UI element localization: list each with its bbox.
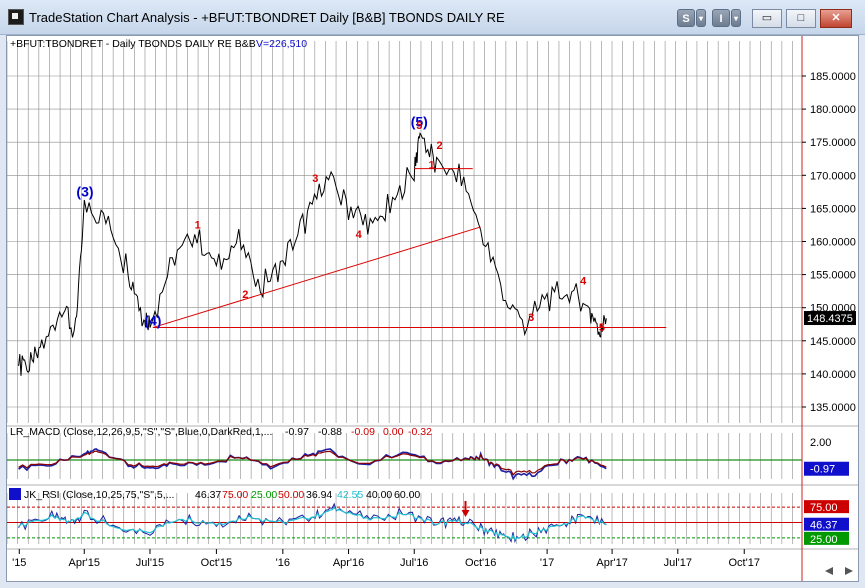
x-tick-label: Oct'17: [729, 557, 760, 569]
x-tick-label: '16: [276, 557, 290, 569]
macd-legend-value: 0.00: [383, 426, 404, 438]
wave-label: 3: [528, 312, 534, 324]
rsi-legend-value: 42.55: [337, 489, 363, 501]
s-button[interactable]: S: [677, 9, 695, 27]
rsi-legend-name: JK_RSI (Close,10,25,75,"S",5,...: [24, 489, 174, 501]
y-tick-label: 165.0000: [810, 203, 856, 215]
rsi-legend-value: 40.00: [366, 489, 392, 501]
macd-tick-label: 2.00: [810, 437, 831, 449]
y-tick-label: 155.0000: [810, 270, 856, 282]
wave-label: (3): [76, 183, 93, 199]
rsi-legend-swatch: [9, 488, 21, 500]
macd-signal-line: [18, 450, 607, 476]
price-series-line: [18, 132, 607, 376]
wave-label: 1: [429, 160, 435, 172]
y-tick-label: 160.0000: [810, 237, 856, 249]
chart-window: TradeStation Chart Analysis - +BFUT:TBON…: [0, 0, 865, 588]
rsi-upper-label: 75.00: [810, 502, 838, 514]
title-bar: TradeStation Chart Analysis - +BFUT:TBON…: [0, 0, 865, 35]
rsi-legend-value: 36.94: [306, 489, 332, 501]
scroll-left-icon: [825, 567, 833, 575]
y-tick-label: 180.0000: [810, 104, 856, 116]
rsi-last-label: 46.37: [810, 520, 838, 532]
x-tick-label: Oct'15: [201, 557, 232, 569]
rsi-legend-value: 50.00: [278, 489, 304, 501]
y-tick-label: 135.0000: [810, 402, 856, 414]
chart-area[interactable]: 185.0000 180.0000 175.0000 170.0000 165.0000…: [6, 35, 859, 582]
rsi-legend-value: 60.00: [394, 489, 420, 501]
rsi-marker-arrow-head: [461, 510, 470, 517]
s-dropdown-arrow[interactable]: ▾: [696, 9, 706, 27]
minimize-button[interactable]: ▭: [752, 9, 782, 28]
rsi-legend-value: 46.37: [195, 489, 221, 501]
x-tick-label: Apr'17: [596, 557, 627, 569]
macd-legend-value: -0.97: [285, 426, 309, 438]
tradestation-icon: [8, 9, 24, 25]
i-dropdown-arrow[interactable]: ▾: [731, 9, 741, 27]
wave-label: 4: [356, 229, 363, 241]
y-tick-label: 170.0000: [810, 170, 856, 182]
y-tick-label: 175.0000: [810, 137, 856, 149]
x-tick-label: '17: [540, 557, 554, 569]
y-tick-label: 185.0000: [810, 71, 856, 83]
wave-label: (4): [144, 313, 161, 329]
x-tick-label: Oct'16: [465, 557, 496, 569]
close-button[interactable]: ✕: [820, 9, 852, 28]
macd-legend-name: LR_MACD (Close,12,26,9,5,"S","S",Blue,0,…: [10, 426, 272, 438]
x-tick-label: '15: [12, 557, 26, 569]
y-tick-label: 145.0000: [810, 336, 856, 348]
macd-line: [18, 448, 607, 481]
wave-label: 3: [312, 173, 318, 185]
wave-label: 1: [195, 219, 201, 231]
wave-label: 5: [599, 322, 605, 334]
rsi-lower-label: 25.00: [810, 534, 838, 546]
chart-svg[interactable]: 185.0000 180.0000 175.0000 170.0000 165.0000…: [6, 36, 858, 581]
price-legend: +BFUT:TBONDRET - Daily TBONDS DAILY RE B…: [10, 38, 256, 50]
last-price-label: 148.4375: [807, 313, 853, 325]
macd-legend-value: -0.09: [351, 426, 375, 438]
rsi-smooth-line: [18, 506, 607, 541]
i-button[interactable]: I: [712, 9, 730, 27]
rsi-legend-value: 25.00: [251, 489, 277, 501]
macd-legend-value: -0.32: [408, 426, 432, 438]
x-tick-label: Apr'15: [69, 557, 100, 569]
x-tick-label: Jul'17: [664, 557, 692, 569]
window-title: TradeStation Chart Analysis - +BFUT:TBON…: [29, 10, 505, 25]
wave-label: 2: [242, 289, 248, 301]
wave-label: 4: [580, 276, 587, 288]
macd-last-label: -0.97: [810, 464, 835, 476]
macd-legend-value: -0.88: [318, 426, 342, 438]
volume-legend: V=226,510: [256, 38, 307, 50]
scroll-right-icon: [845, 567, 853, 575]
wave-label: 2: [436, 140, 442, 152]
y-tick-label: 140.0000: [810, 369, 856, 381]
x-tick-label: Jul'15: [136, 557, 164, 569]
wave-label: 5: [416, 120, 422, 132]
x-tick-label: Apr'16: [333, 557, 364, 569]
maximize-button[interactable]: □: [786, 9, 816, 28]
rsi-legend-value: 75.00: [222, 489, 248, 501]
x-tick-label: Jul'16: [400, 557, 428, 569]
